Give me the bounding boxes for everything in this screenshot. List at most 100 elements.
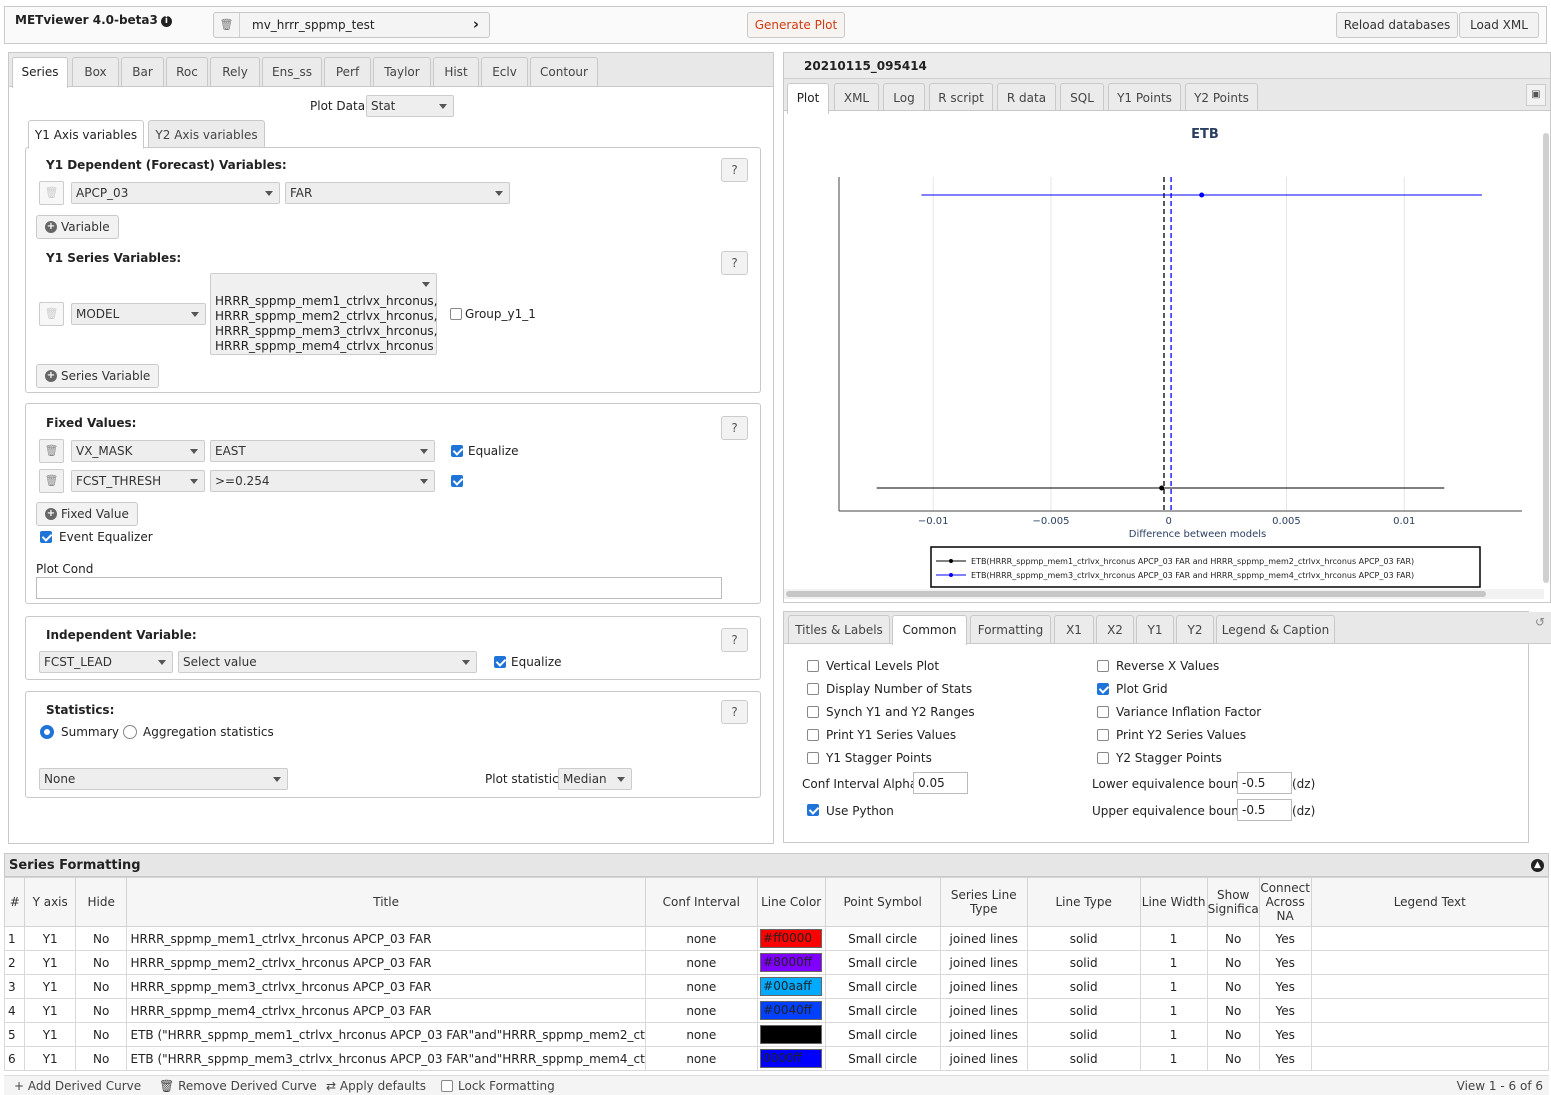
tab-plot[interactable]: Plot xyxy=(787,83,829,114)
upper-bound-input[interactable]: -0.5 xyxy=(1237,799,1292,821)
tab-y1-points[interactable]: Y1 Points xyxy=(1108,83,1181,110)
cell-legend[interactable] xyxy=(1310,1046,1550,1071)
column-header[interactable]: Conf Interval xyxy=(644,877,758,927)
cell-connect[interactable]: Yes xyxy=(1258,1046,1312,1071)
cell-legend[interactable] xyxy=(1310,998,1550,1023)
tab-y2[interactable]: Y2 xyxy=(1176,615,1214,643)
color-swatch[interactable]: #ff0000 xyxy=(760,929,823,948)
database-selector[interactable]: 🗑 mv_hrrr_sppmp_test › xyxy=(213,12,490,38)
common-right-checkbox[interactable] xyxy=(1097,706,1109,718)
add-fixed-value-button[interactable]: + Fixed Value xyxy=(36,502,138,526)
common-left-checkbox[interactable] xyxy=(807,660,819,672)
trash-icon[interactable]: 🗑 xyxy=(39,469,64,493)
common-right-checkbox[interactable] xyxy=(1097,660,1109,672)
cell-symbol[interactable]: Small circle xyxy=(824,974,941,999)
tab-sql[interactable]: SQL xyxy=(1060,83,1104,110)
y1-dep-var-select[interactable]: APCP_03 xyxy=(71,182,280,204)
cell-ci[interactable]: none xyxy=(644,926,758,951)
cell-ci[interactable]: none xyxy=(644,1046,758,1071)
cell-line-type[interactable]: solid xyxy=(1026,950,1141,975)
column-header[interactable]: Series Line Type xyxy=(939,877,1028,927)
tab-eclv[interactable]: Eclv xyxy=(481,57,528,86)
add-derived-curve-button[interactable]: + Add Derived Curve xyxy=(14,1079,141,1093)
common-right-checkbox[interactable] xyxy=(1097,729,1109,741)
tab-ens-ss[interactable]: Ens_ss xyxy=(262,57,322,86)
cell-series-line[interactable]: joined lines xyxy=(939,1022,1028,1047)
tab-x2[interactable]: X2 xyxy=(1096,615,1134,643)
cell-title[interactable]: HRRR_sppmp_mem3_ctrlvx_hrconus APCP_03 F… xyxy=(126,974,646,999)
help-button[interactable]: ? xyxy=(721,416,748,440)
cell-axis[interactable]: Y1 xyxy=(24,950,76,975)
cell-ci[interactable]: none xyxy=(644,1022,758,1047)
tab-log[interactable]: Log xyxy=(883,83,925,110)
help-button[interactable]: ? xyxy=(721,158,748,182)
cell-ci[interactable]: none xyxy=(644,950,758,975)
ci-alpha-input[interactable]: 0.05 xyxy=(913,772,968,794)
cell-line-type[interactable]: solid xyxy=(1026,1022,1141,1047)
series-values-list[interactable]: HRRR_sppmp_mem1_ctrlvx_hrconus, HRRR_spp… xyxy=(210,273,438,355)
cell-connect[interactable]: Yes xyxy=(1258,998,1312,1023)
color-swatch[interactable]: 0000ff xyxy=(760,1049,823,1068)
color-swatch[interactable]: #8000ff xyxy=(760,953,823,972)
cell-hide[interactable]: No xyxy=(74,1022,128,1047)
cell-sig[interactable]: No xyxy=(1206,1046,1260,1071)
fixed-value-select[interactable]: EAST xyxy=(210,440,435,462)
cell-width[interactable]: 1 xyxy=(1139,974,1208,999)
tab-perf[interactable]: Perf xyxy=(324,57,371,86)
cell-n[interactable]: 5 xyxy=(3,1022,26,1047)
apply-defaults-button[interactable]: ⇄ Apply defaults xyxy=(326,1079,426,1093)
column-header[interactable]: Title xyxy=(126,877,646,927)
cell-symbol[interactable]: Small circle xyxy=(824,1046,941,1071)
column-header[interactable]: Line Width xyxy=(1139,877,1208,927)
cell-legend[interactable] xyxy=(1310,974,1550,999)
cell-width[interactable]: 1 xyxy=(1139,926,1208,951)
help-button[interactable]: ? xyxy=(721,251,748,275)
cell-hide[interactable]: No xyxy=(74,1046,128,1071)
cell-sig[interactable]: No xyxy=(1206,950,1260,975)
cell-width[interactable]: 1 xyxy=(1139,950,1208,975)
aggregation-radio[interactable] xyxy=(123,725,137,739)
line-color-cell[interactable]: #00aaff xyxy=(756,974,826,999)
trash-icon[interactable]: 🗑 xyxy=(39,181,64,205)
tab-contour[interactable]: Contour xyxy=(530,57,598,86)
independent-var-select[interactable]: FCST_LEAD xyxy=(39,651,173,673)
cell-title[interactable]: ETB ("HRRR_sppmp_mem3_ctrlvx_hrconus APC… xyxy=(126,1046,646,1071)
line-color-cell[interactable]: #0040ff xyxy=(756,998,826,1023)
cell-symbol[interactable]: Small circle xyxy=(824,1022,941,1047)
fixed-var-select[interactable]: VX_MASK xyxy=(71,440,205,462)
cell-symbol[interactable]: Small circle xyxy=(824,998,941,1023)
help-button[interactable]: ? xyxy=(721,700,748,724)
tab-r-data[interactable]: R data xyxy=(997,83,1056,110)
cell-line-type[interactable]: solid xyxy=(1026,974,1141,999)
plot-data-select[interactable]: Stat xyxy=(366,95,454,117)
add-variable-button[interactable]: + Variable xyxy=(36,215,119,239)
line-color-cell[interactable] xyxy=(756,1022,826,1047)
color-swatch[interactable]: #00aaff xyxy=(760,977,823,996)
generate-plot-button[interactable]: Generate Plot xyxy=(747,12,845,38)
column-header[interactable]: Y axis xyxy=(24,877,76,927)
cell-line-type[interactable]: solid xyxy=(1026,926,1141,951)
tab-series[interactable]: Series xyxy=(12,57,68,88)
cell-n[interactable]: 6 xyxy=(3,1046,26,1071)
table-row[interactable]: 6 Y1 No ETB ("HRRR_sppmp_mem3_ctrlvx_hrconu… xyxy=(3,1046,1550,1071)
tab-y1-axis[interactable]: Y1 Axis variables xyxy=(28,120,144,149)
column-header[interactable]: Legend Text xyxy=(1310,877,1550,927)
remove-derived-curve-button[interactable]: 🗑 Remove Derived Curve xyxy=(159,1079,317,1093)
y1-series-var-select[interactable]: MODEL xyxy=(71,303,206,325)
cell-connect[interactable]: Yes xyxy=(1258,974,1312,999)
reload-databases-button[interactable]: Reload databases xyxy=(1336,12,1458,38)
collapse-up-icon[interactable]: ▲ xyxy=(1531,859,1544,872)
line-color-cell[interactable]: #8000ff xyxy=(756,950,826,975)
tab-roc[interactable]: Roc xyxy=(166,57,208,86)
equalize-checkbox[interactable] xyxy=(494,656,506,668)
tab-legend-caption[interactable]: Legend & Caption xyxy=(1216,615,1335,643)
cell-legend[interactable] xyxy=(1310,926,1550,951)
cell-width[interactable]: 1 xyxy=(1139,1022,1208,1047)
scrollbar-thumb[interactable] xyxy=(786,591,1486,597)
column-header[interactable]: Point Symbol xyxy=(824,877,941,927)
column-header[interactable]: Show Significa xyxy=(1206,877,1260,927)
fixed-var-select[interactable]: FCST_THRESH xyxy=(71,470,205,492)
cell-axis[interactable]: Y1 xyxy=(24,1046,76,1071)
cell-series-line[interactable]: joined lines xyxy=(939,974,1028,999)
cell-n[interactable]: 3 xyxy=(3,974,26,999)
